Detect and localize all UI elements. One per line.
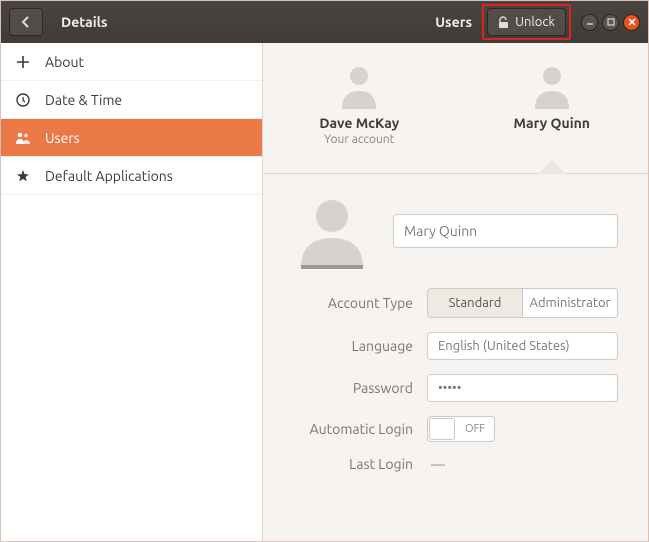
- unlock-label: Unlock: [515, 15, 555, 29]
- user-sub: Your account: [324, 133, 394, 146]
- close-icon: [628, 18, 636, 26]
- main-panel: Dave McKay Your account Mary Quinn Accou…: [263, 43, 648, 541]
- window-title: Details: [61, 14, 435, 30]
- maximize-button[interactable]: [602, 14, 619, 31]
- star-icon: [15, 169, 31, 183]
- language-field[interactable]: English (United States): [427, 332, 618, 360]
- sidebar-item-users[interactable]: Users: [1, 119, 262, 157]
- sidebar-item-label: Date & Time: [45, 92, 122, 108]
- people-icon: [15, 131, 31, 145]
- toggle-state: OFF: [456, 423, 494, 435]
- avatar-button[interactable]: [293, 192, 371, 270]
- sidebar: About Date & Time Users Default Applicat…: [1, 43, 263, 541]
- user-card-dave[interactable]: Dave McKay Your account: [263, 43, 456, 173]
- user-name: Dave McKay: [319, 115, 399, 131]
- minimize-button[interactable]: [581, 14, 598, 31]
- avatar-large-icon: [293, 192, 371, 270]
- sidebar-item-datetime[interactable]: Date & Time: [1, 81, 262, 119]
- maximize-icon: [607, 18, 615, 26]
- sidebar-item-label: About: [45, 54, 84, 70]
- plus-icon: [15, 55, 31, 69]
- back-button[interactable]: [9, 8, 43, 36]
- language-label: Language: [293, 338, 413, 354]
- sidebar-item-label: Default Applications: [45, 168, 173, 184]
- avatar-icon: [531, 63, 573, 109]
- user-detail: Account Type Standard Administrator Lang…: [263, 174, 648, 541]
- content: About Date & Time Users Default Applicat…: [1, 43, 648, 541]
- sidebar-item-default-apps[interactable]: Default Applications: [1, 157, 262, 195]
- user-name: Mary Quinn: [514, 115, 590, 131]
- account-type-segment: Standard Administrator: [427, 288, 618, 318]
- titlebar: Details Users Unlock: [1, 1, 648, 43]
- avatar-icon: [338, 63, 380, 109]
- auto-login-toggle[interactable]: OFF: [427, 416, 495, 442]
- last-login-value: —: [427, 456, 445, 472]
- account-type-label: Account Type: [293, 295, 413, 311]
- unlock-highlight: Unlock: [482, 4, 571, 40]
- user-card-mary[interactable]: Mary Quinn: [456, 43, 649, 173]
- sidebar-item-label: Users: [45, 130, 80, 146]
- clock-icon: [15, 93, 31, 107]
- user-list: Dave McKay Your account Mary Quinn: [263, 43, 648, 173]
- full-name-input[interactable]: [393, 214, 618, 248]
- lock-icon: [498, 16, 509, 29]
- password-field[interactable]: •••••: [427, 374, 618, 402]
- password-label: Password: [293, 380, 413, 396]
- toggle-knob: [429, 418, 455, 440]
- auto-login-label: Automatic Login: [293, 421, 413, 437]
- close-button[interactable]: [623, 14, 640, 31]
- last-login-label: Last Login: [293, 456, 413, 472]
- unlock-button[interactable]: Unlock: [487, 8, 566, 36]
- chevron-left-icon: [21, 16, 31, 28]
- sidebar-item-about[interactable]: About: [1, 43, 262, 81]
- minimize-icon: [586, 18, 594, 26]
- account-type-admin[interactable]: Administrator: [522, 289, 617, 317]
- header-context: Users: [435, 14, 472, 30]
- account-type-standard[interactable]: Standard: [428, 289, 522, 317]
